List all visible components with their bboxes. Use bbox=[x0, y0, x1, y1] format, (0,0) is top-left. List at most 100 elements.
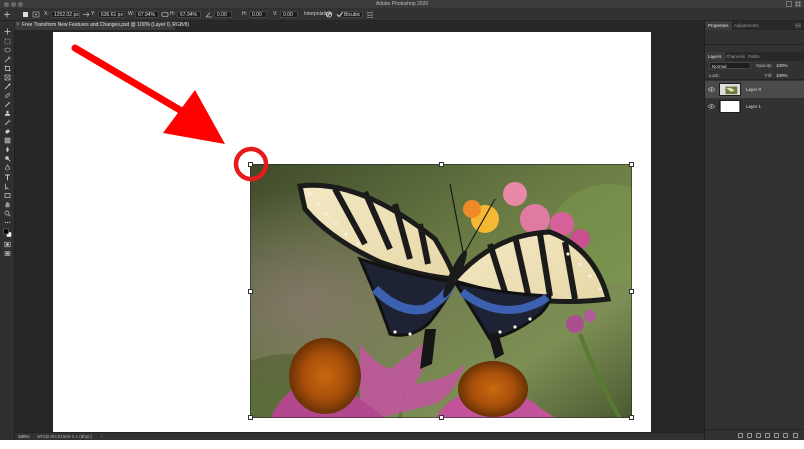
tab-properties[interactable]: Properties bbox=[705, 21, 732, 30]
marquee-tool-icon[interactable] bbox=[4, 38, 11, 45]
layer-row-layer-1[interactable]: Layer 1 bbox=[705, 98, 804, 115]
link-aspect-ratio-icon[interactable] bbox=[161, 11, 169, 18]
crop-tool-icon[interactable] bbox=[4, 65, 11, 72]
opacity-label: Opacity: bbox=[756, 63, 773, 68]
path-selection-tool-icon[interactable] bbox=[4, 183, 11, 190]
quick-selection-tool-icon[interactable] bbox=[4, 56, 11, 63]
clone-stamp-tool-icon[interactable] bbox=[4, 110, 11, 117]
zoom-tool-icon[interactable] bbox=[4, 210, 11, 217]
move-tool-icon[interactable] bbox=[4, 28, 11, 35]
document-tab[interactable]: × Free Transform New Features and Change… bbox=[15, 21, 189, 30]
right-panel: Properties Adjustments Layers Channels P… bbox=[704, 21, 804, 440]
v-skew-label: V: bbox=[273, 11, 278, 17]
title-bar: Adobe Photoshop 2020 bbox=[0, 0, 804, 8]
h-skew-field[interactable]: 0.00 bbox=[249, 11, 267, 18]
document-tab-title: Free Transform New Features and Changes.… bbox=[22, 22, 190, 28]
layer-style-icon[interactable] bbox=[747, 433, 752, 438]
w-label: W: bbox=[128, 11, 135, 17]
fill-label: Fill: bbox=[765, 73, 772, 78]
transform-handle-bottom-left[interactable] bbox=[248, 415, 253, 420]
layer-1-thumbnail bbox=[719, 100, 741, 113]
visibility-eye-icon[interactable] bbox=[708, 86, 715, 93]
rotate-angle-icon bbox=[205, 12, 212, 18]
edit-toolbar-icon[interactable] bbox=[4, 219, 11, 226]
h-skew-label: H: bbox=[242, 11, 247, 17]
lock-label: Lock: bbox=[709, 73, 720, 78]
type-tool-icon[interactable] bbox=[4, 174, 11, 181]
fill-field[interactable]: 100% bbox=[776, 72, 788, 79]
link-layers-icon[interactable] bbox=[738, 433, 743, 438]
relative-position-icon[interactable] bbox=[82, 11, 90, 18]
transform-handle-bottom[interactable] bbox=[439, 415, 444, 420]
rectangle-tool-icon[interactable] bbox=[4, 192, 11, 199]
layer-0-name[interactable]: Layer 0 bbox=[746, 81, 761, 98]
rotate-angle-field[interactable]: 0.00 bbox=[214, 11, 232, 18]
quick-mask-icon[interactable] bbox=[4, 241, 11, 248]
dodge-tool-icon[interactable] bbox=[4, 155, 11, 162]
blend-mode-select[interactable]: Normal bbox=[709, 62, 751, 69]
layer-row-layer-0[interactable]: Layer 0 bbox=[705, 81, 804, 98]
brush-tool-icon[interactable] bbox=[4, 101, 11, 108]
healing-brush-tool-icon[interactable] bbox=[4, 92, 11, 99]
lock-row: Lock: Fill: 100% bbox=[705, 71, 804, 80]
lasso-tool-icon[interactable] bbox=[4, 47, 11, 54]
reference-point-checkbox-icon[interactable] bbox=[22, 11, 30, 18]
transform-handle-left[interactable] bbox=[248, 289, 253, 294]
red-arrow-annotation bbox=[71, 44, 269, 182]
hand-tool-icon[interactable] bbox=[4, 201, 11, 208]
h-label: H: bbox=[170, 11, 175, 17]
gradient-tool-icon[interactable] bbox=[4, 137, 11, 144]
reference-point-grid-icon[interactable] bbox=[32, 11, 40, 18]
frame-tool-icon[interactable] bbox=[4, 74, 11, 81]
layers-panel-footer bbox=[705, 429, 804, 440]
height-field[interactable]: 67.94% bbox=[177, 11, 201, 18]
y-label: Y: bbox=[91, 11, 96, 17]
interpolation-select[interactable]: Bicubic bbox=[341, 11, 363, 18]
move-tool-options-icon[interactable] bbox=[3, 11, 11, 18]
bottom-margin bbox=[0, 440, 804, 449]
transform-handle-top[interactable] bbox=[439, 162, 444, 167]
eyedropper-tool-icon[interactable] bbox=[4, 83, 11, 90]
eraser-tool-icon[interactable] bbox=[4, 128, 11, 135]
properties-body bbox=[705, 30, 804, 45]
transform-handle-bottom-right[interactable] bbox=[629, 415, 634, 420]
butterfly-photo-layer[interactable] bbox=[250, 164, 632, 418]
commit-transform-icon[interactable] bbox=[336, 11, 344, 18]
foreground-background-color-icon[interactable] bbox=[3, 228, 12, 238]
transform-handle-right[interactable] bbox=[629, 289, 634, 294]
v-skew-field[interactable]: 0.00 bbox=[280, 11, 298, 18]
tab-paths[interactable]: Paths bbox=[745, 52, 763, 61]
layer-1-name[interactable]: Layer 1 bbox=[746, 98, 761, 115]
warp-mode-icon[interactable] bbox=[366, 11, 374, 18]
grid-icon[interactable] bbox=[795, 1, 801, 7]
layer-0-thumbnail bbox=[719, 83, 741, 96]
opacity-field[interactable]: 100% bbox=[776, 62, 788, 69]
status-bar: 100% sRGB IEC61966-2.1 (8bpc) › bbox=[15, 432, 704, 440]
layers-tab-row: Layers Channels Paths bbox=[705, 52, 804, 61]
width-field[interactable]: 67.94% bbox=[135, 11, 159, 18]
close-document-icon[interactable]: × bbox=[16, 21, 22, 30]
blur-tool-icon[interactable] bbox=[4, 146, 11, 153]
x-label: X: bbox=[44, 11, 49, 17]
pen-tool-icon[interactable] bbox=[4, 164, 11, 171]
properties-tab-row: Properties Adjustments bbox=[705, 21, 804, 30]
transform-handle-top-right[interactable] bbox=[629, 162, 634, 167]
screen-mode-icon[interactable] bbox=[4, 250, 11, 257]
cancel-transform-icon[interactable] bbox=[325, 11, 333, 18]
expand-icon[interactable] bbox=[786, 1, 792, 7]
x-position-field[interactable]: 1252.02 px bbox=[51, 11, 80, 18]
tab-layers[interactable]: Layers bbox=[705, 52, 725, 61]
layer-mask-icon[interactable] bbox=[756, 433, 761, 438]
adjustment-layer-icon[interactable] bbox=[765, 433, 770, 438]
history-brush-tool-icon[interactable] bbox=[4, 119, 11, 126]
panel-menu-icon[interactable] bbox=[795, 23, 801, 28]
new-layer-icon[interactable] bbox=[783, 433, 788, 438]
y-position-field[interactable]: 636.61 px bbox=[98, 11, 125, 18]
blend-row: Normal Opacity: 100% bbox=[705, 61, 804, 71]
group-layers-icon[interactable] bbox=[774, 433, 779, 438]
document-tab-row: × Free Transform New Features and Change… bbox=[15, 21, 704, 30]
options-bar: X: 1252.02 px Y: 636.61 px W: 67.94% H: … bbox=[0, 8, 804, 21]
tab-adjustments[interactable]: Adjustments bbox=[731, 21, 762, 30]
delete-layer-icon[interactable] bbox=[793, 433, 798, 438]
visibility-eye-icon[interactable] bbox=[708, 103, 715, 110]
